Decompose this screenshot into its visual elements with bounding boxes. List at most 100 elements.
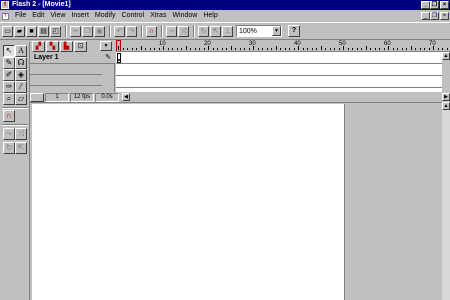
ruler-tick [181, 48, 182, 50]
ruler-tick [401, 48, 403, 50]
doc-restore-button[interactable]: ❐ [430, 12, 439, 20]
menu-control[interactable]: Control [119, 10, 148, 22]
ruler-tick [217, 48, 218, 50]
ruler-tick [275, 46, 277, 50]
scroll-up-icon[interactable]: ▲ [442, 52, 450, 60]
ruler-tick [122, 48, 124, 50]
ruler-tick [271, 48, 272, 50]
paste-icon[interactable]: ▣ [94, 25, 105, 37]
menu-help[interactable]: Help [200, 10, 220, 22]
zoom-select[interactable]: 100% ▼ [236, 25, 282, 37]
menu-modify[interactable]: Modify [92, 10, 119, 22]
ruler-tick [280, 48, 281, 50]
ruler-tick [293, 48, 295, 50]
stage-vertical-scrollbar[interactable]: ▲ [442, 102, 450, 300]
minimize-button[interactable]: _ [421, 1, 430, 9]
ruler-tick [149, 48, 151, 50]
doc-minimize-button[interactable]: _ [421, 12, 430, 20]
scroll-right-icon[interactable]: ▶ [442, 93, 450, 101]
menu-edit[interactable]: Edit [29, 10, 47, 22]
scale-modifier-icon[interactable]: ⇱ [15, 142, 27, 154]
document-icon[interactable]: f [2, 12, 9, 20]
smooth-icon[interactable]: ⤳ [166, 25, 177, 37]
toolbar-separator [193, 25, 195, 37]
menu-view[interactable]: View [47, 10, 68, 22]
main-toolbar: ▭ ▰ ■ ▤ ◰ ✂ ❐ ▣ ↶ ↷ ∩ ⤳ ⤨ ↻ ⇱ ⊥ 100% ▼ ? [0, 22, 450, 40]
flash-app-icon[interactable]: f [1, 1, 9, 9]
timeline-vertical-scrollbar[interactable]: ▲ [442, 52, 450, 92]
copy-icon[interactable]: ❐ [82, 25, 93, 37]
frame-row[interactable] [116, 64, 442, 76]
context-help-button[interactable]: ? [288, 25, 300, 37]
new-file-icon[interactable]: ▭ [2, 25, 13, 37]
ruler-tick [374, 48, 376, 50]
ruler-tick [419, 48, 421, 50]
frame-row[interactable] [116, 76, 442, 88]
undo-icon[interactable]: ↶ [114, 25, 125, 37]
rotate-icon[interactable]: ↻ [198, 25, 209, 37]
menu-window[interactable]: Window [169, 10, 200, 22]
save-disk-icon[interactable]: ■ [26, 25, 37, 37]
print-preview-icon[interactable]: ◰ [50, 25, 61, 37]
smooth-modifier-icon[interactable]: ⤳ [3, 128, 15, 140]
doc-close-button[interactable]: × [440, 12, 449, 20]
ruler-tick [410, 46, 412, 50]
stage-canvas[interactable] [32, 104, 344, 300]
straighten-icon[interactable]: ⤨ [178, 25, 189, 37]
chevron-down-icon[interactable]: ▼ [272, 26, 281, 36]
lasso-tool-icon[interactable]: ☊ [15, 57, 27, 69]
text-tool-icon[interactable]: A [15, 45, 27, 57]
ruler-tick [257, 48, 259, 50]
layer-row[interactable]: Layer 1 ✎ [30, 52, 115, 64]
ruler-label: 20 [204, 41, 211, 47]
brush-tool-icon[interactable]: ✐ [3, 69, 15, 81]
redo-icon[interactable]: ↷ [126, 25, 137, 37]
ink-bottle-icon[interactable]: ✑ [3, 81, 15, 93]
symbol-icon[interactable]: ▚ [46, 40, 59, 52]
snap-magnet-icon[interactable]: ∩ [146, 25, 157, 37]
cut-icon[interactable]: ✂ [70, 25, 81, 37]
drawing-toolbox: ↖ A ✎ ☊ ✐ ◈ ✑ ⁄ ⌕ ▱ ∩ ⤳ ⤨ ↻ ⇱ [0, 42, 30, 300]
ruler-tick [131, 48, 133, 50]
menu-xtras[interactable]: Xtras [147, 10, 169, 22]
ruler-tick [154, 48, 155, 50]
restore-button[interactable]: ❐ [430, 1, 439, 9]
straighten-modifier-icon[interactable]: ⤨ [15, 128, 27, 140]
frame-ruler[interactable]: 10 20 30 40 50 60 70 [116, 40, 450, 52]
onion-skin-icon[interactable]: ⊡ [74, 40, 87, 52]
scroll-left-icon[interactable]: ◀ [122, 93, 130, 101]
scale-icon[interactable]: ⇱ [210, 25, 221, 37]
ruler-label: 40 [294, 41, 301, 47]
menu-file[interactable]: File [12, 10, 29, 22]
dropper-tool-icon[interactable]: ⁄ [15, 81, 27, 93]
paint-bucket-icon[interactable]: ◈ [15, 69, 27, 81]
eraser-tool-icon[interactable]: ▱ [15, 93, 27, 105]
print-icon[interactable]: ▤ [38, 25, 49, 37]
work-area [30, 102, 442, 300]
menu-insert[interactable]: Insert [68, 10, 92, 22]
timeline-horizontal-scrollbar[interactable]: ◀ ▶ [122, 92, 450, 102]
align-icon[interactable]: ⊥ [222, 25, 233, 37]
ruler-tick [145, 48, 146, 50]
ruler-tick [379, 48, 380, 50]
open-folder-icon[interactable]: ▰ [14, 25, 25, 37]
library-icon[interactable]: ▙ [60, 40, 73, 52]
frame-grid[interactable] [116, 52, 442, 92]
pencil-tool-icon[interactable]: ✎ [3, 57, 15, 69]
ruler-tick [212, 48, 214, 50]
frame-row[interactable] [116, 52, 442, 64]
arrow-tool-icon[interactable]: ↖ [3, 45, 15, 57]
scroll-up-icon[interactable]: ▲ [442, 102, 450, 110]
snap-modifier-icon[interactable]: ∩ [3, 110, 15, 122]
ruler-tick [221, 48, 223, 50]
ruler-tick [338, 48, 340, 50]
chevron-down-icon[interactable]: ▼ [100, 41, 112, 51]
timeline-status-bar: 1 12 fps 0.0s ◀ ▶ [30, 92, 450, 102]
ruler-tick [361, 48, 362, 50]
close-button[interactable]: × [440, 1, 449, 9]
keyframe-1[interactable] [117, 53, 121, 63]
ruler-tick [428, 48, 430, 50]
scene-icon[interactable]: ▞ [32, 40, 45, 52]
rotate-modifier-icon[interactable]: ↻ [3, 142, 15, 154]
zoom-tool-icon[interactable]: ⌕ [3, 93, 15, 105]
